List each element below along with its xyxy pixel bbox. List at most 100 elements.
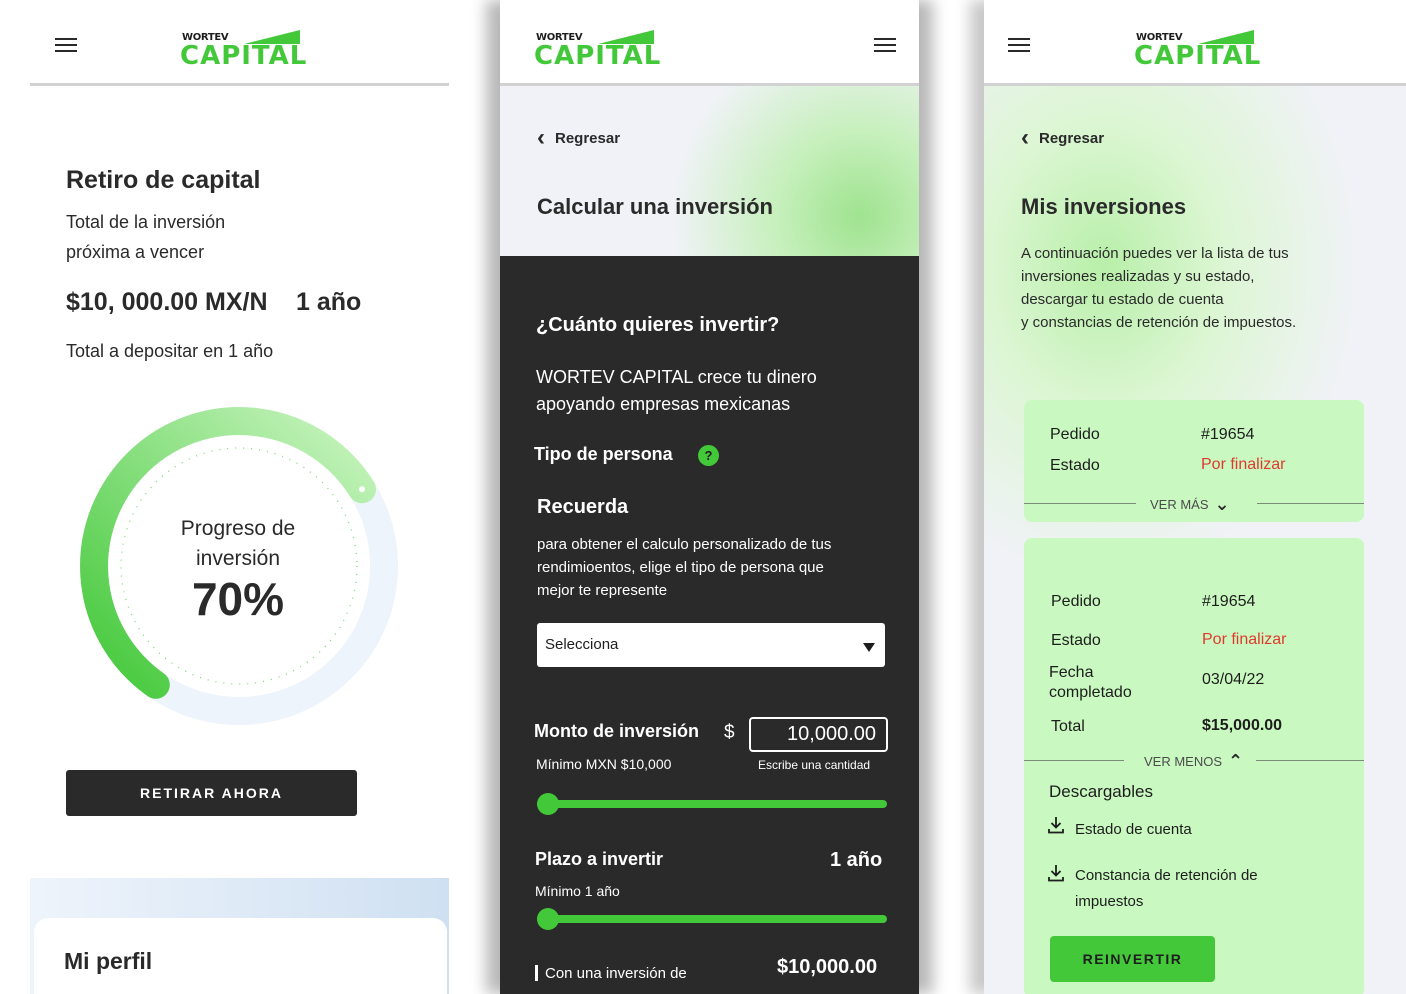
reinvest-button[interactable]: REINVERTIR	[1050, 936, 1215, 982]
card-divider-left	[1024, 760, 1124, 761]
show-less-label: VER MENOS	[1144, 754, 1223, 769]
chevron-left-icon: ‹	[537, 124, 545, 151]
term-label: Plazo a invertir	[535, 849, 664, 869]
show-more-label: VER MÁS	[1150, 497, 1209, 512]
summary-value: $10,000.00	[777, 956, 878, 978]
logo-flag-icon	[1198, 30, 1254, 44]
status-value: Por finalizar	[1202, 631, 1287, 648]
show-less-toggle[interactable]: VER MENOS ⌃	[1144, 751, 1243, 772]
date-label-line-1: Fecha	[1049, 664, 1094, 681]
select-value: Selecciona	[545, 636, 619, 653]
amount-hint-text: Escribe una cantidad	[758, 758, 871, 772]
logo-capital-text: CAPITAL	[180, 41, 308, 71]
card-divider-right	[1256, 760, 1364, 761]
hamburger-menu-icon[interactable]	[1008, 38, 1030, 56]
card-divider-right	[1257, 503, 1364, 504]
order-label: Pedido	[1050, 426, 1100, 443]
logo-flag-icon	[598, 30, 654, 44]
show-more-toggle[interactable]: VER MÁS ⌄	[1150, 494, 1230, 515]
description-line-3: descargar tu estado de cuenta	[1021, 291, 1224, 308]
logo-flag-icon	[244, 30, 300, 44]
back-button[interactable]: ‹ Regresar	[1021, 124, 1105, 151]
summary-accent-bar	[535, 965, 538, 981]
caret-down-icon	[863, 643, 875, 652]
app-header: WORTEV CAPITAL	[500, 0, 919, 86]
status-label: Estado	[1051, 632, 1101, 649]
deposit-text: Total a depositar en 1 año	[66, 341, 274, 361]
chevron-up-icon: ⌃	[1228, 751, 1244, 771]
page-title: Mis inversiones	[1021, 194, 1187, 219]
total-value: $15,000.00	[1202, 717, 1283, 734]
download-account-statement[interactable]: Estado de cuenta	[1075, 821, 1192, 838]
currency-symbol: $	[724, 722, 735, 743]
status-value: Por finalizar	[1201, 456, 1286, 473]
intro-line-1: WORTEV CAPITAL crece tu dinero	[536, 367, 817, 387]
person-type-select[interactable]: Selecciona	[537, 623, 885, 667]
gauge-end-dot	[359, 486, 365, 493]
term-slider-track[interactable]	[537, 915, 887, 923]
app-header: WORTEV CAPITAL	[30, 0, 449, 86]
brand-logo[interactable]: WORTEV CAPITAL	[534, 28, 660, 72]
capital-withdrawal-screen: WORTEV CAPITAL Retiro de capital Total d…	[30, 0, 449, 994]
hamburger-menu-icon[interactable]	[55, 38, 77, 56]
download-icon[interactable]	[1048, 864, 1064, 882]
term-value: 1 año	[830, 849, 883, 871]
withdraw-now-button[interactable]: RETIRAR AHORA	[66, 770, 357, 816]
page-title: Retiro de capital	[66, 166, 261, 194]
profile-title: Mi perfil	[64, 948, 153, 974]
intro-line-2: apoyando empresas mexicanas	[536, 394, 791, 414]
investment-amount: $10, 000.00 MX/N	[66, 288, 268, 316]
app-header: WORTEV CAPITAL	[984, 0, 1406, 86]
status-label: Estado	[1050, 457, 1100, 474]
downloads-title: Descargables	[1049, 782, 1153, 801]
remember-line-3: mejor te represente	[537, 582, 668, 599]
gauge-label-line-2: inversión	[195, 547, 281, 570]
amount-min-text: Mínimo MXN $10,000	[536, 756, 672, 772]
term-min-text: Mínimo 1 año	[535, 883, 620, 899]
description-line-2: inversiones realizadas y su estado,	[1021, 268, 1255, 285]
gauge-percentage: 70%	[191, 573, 285, 625]
brand-logo[interactable]: WORTEV CAPITAL	[1134, 28, 1260, 72]
investment-term: 1 año	[296, 288, 362, 316]
description-line-4: y constancias de retención de impuestos.	[1021, 314, 1297, 331]
brand-logo[interactable]: WORTEV CAPITAL	[180, 28, 306, 72]
subtitle-line-1: Total de la inversión	[66, 212, 226, 232]
download-tax-certificate-line-2[interactable]: impuestos	[1075, 893, 1143, 910]
gauge-label: Progreso de inversión	[138, 514, 338, 574]
person-type-label: Tipo de persona	[534, 444, 673, 464]
download-tax-certificate-line-1[interactable]: Constancia de retención de	[1075, 867, 1258, 884]
calculator-header-area	[500, 86, 919, 256]
remember-heading: Recuerda	[537, 496, 629, 518]
my-investments-screen: WORTEV CAPITAL ‹ Regresar Mis inversione…	[984, 0, 1406, 994]
total-label: Total	[1051, 718, 1085, 735]
amount-label: Monto de inversión	[534, 721, 700, 741]
gauge-label-line-1: Progreso de	[180, 517, 296, 540]
remember-line-2: rendimioentos, elige el tipo de persona …	[537, 559, 824, 576]
investment-calculator-screen: WORTEV CAPITAL ‹ Regresar Calcular una i…	[500, 0, 919, 994]
order-label: Pedido	[1051, 593, 1101, 610]
date-value: 03/04/22	[1202, 671, 1265, 688]
subtitle-line-2: próxima a vencer	[66, 242, 205, 262]
date-label-line-2: completado	[1049, 684, 1132, 701]
logo-capital-text: CAPITAL	[534, 41, 662, 71]
download-icon[interactable]	[1048, 816, 1064, 834]
description-line-1: A continuación puedes ver la lista de tu…	[1021, 245, 1289, 262]
question-heading: ¿Cuánto quieres invertir?	[536, 314, 780, 336]
amount-slider-track[interactable]	[537, 800, 887, 808]
back-label: Regresar	[555, 129, 621, 147]
chevron-down-icon: ⌄	[1214, 494, 1230, 514]
chevron-left-icon: ‹	[1021, 124, 1029, 151]
order-value: #19654	[1201, 426, 1255, 443]
amount-input[interactable]: 10,000.00	[749, 717, 888, 752]
amount-slider-handle[interactable]	[537, 793, 559, 815]
help-question-icon[interactable]: ?	[698, 445, 719, 466]
term-slider-handle[interactable]	[537, 908, 559, 930]
page-title: Calcular una inversión	[537, 194, 773, 219]
card-divider-left	[1024, 503, 1136, 504]
back-label: Regresar	[1039, 129, 1105, 147]
back-button[interactable]: ‹ Regresar	[537, 124, 621, 151]
logo-capital-text: CAPITAL	[1134, 41, 1262, 71]
summary-label: Con una inversión de	[545, 965, 687, 982]
hamburger-menu-icon[interactable]	[874, 38, 896, 56]
order-value: #19654	[1202, 593, 1256, 610]
